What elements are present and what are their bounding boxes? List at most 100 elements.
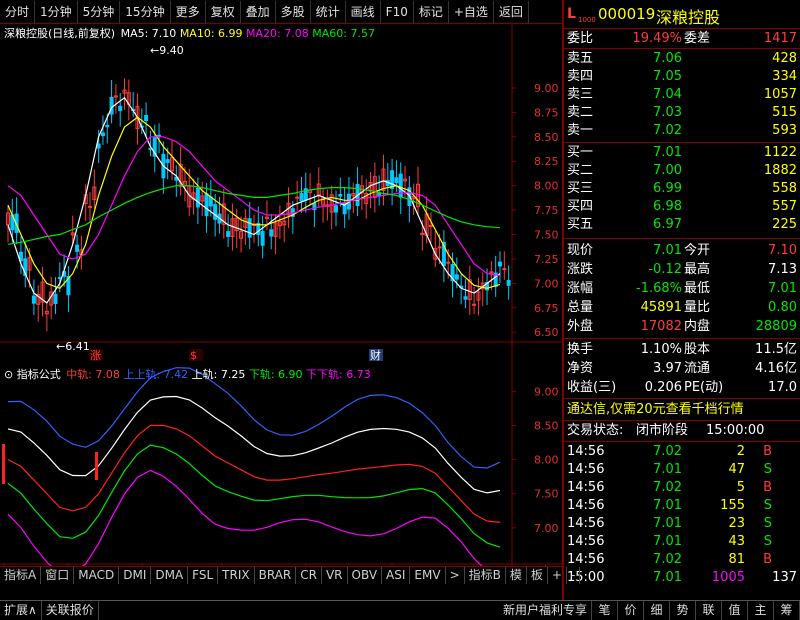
tab-2[interactable]: MACD	[74, 567, 120, 584]
tab-6[interactable]: TRIX	[218, 567, 255, 584]
tab-5[interactable]: FSL	[188, 567, 219, 584]
ytick-label: 8.00	[534, 180, 559, 193]
upper-band-line	[7, 395, 501, 494]
toolbar-item-7[interactable]: 多股	[276, 0, 311, 23]
tab-10[interactable]: OBV	[348, 567, 383, 584]
candle-body	[260, 231, 265, 246]
tick-row: 14:56 7.01 155 S	[564, 497, 800, 515]
ind-ytick-label: 7.00	[534, 522, 559, 535]
lower-band-line	[7, 444, 501, 548]
stat-value: 45891	[640, 300, 682, 315]
candle-body	[96, 143, 101, 149]
toolbar-item-13[interactable]: 返回	[494, 0, 529, 23]
tab-11[interactable]: ASI	[382, 567, 411, 584]
ask-price: 7.05	[653, 69, 682, 84]
toolbar-item-11[interactable]: 标记	[414, 0, 449, 23]
status-left-0[interactable]: 扩展∧	[0, 601, 42, 620]
event-marker[interactable]: 涨	[90, 349, 101, 362]
event-marker[interactable]: $	[190, 349, 197, 362]
status-tab-3[interactable]: 势	[670, 601, 696, 620]
candle-body	[502, 268, 507, 271]
main-chart-legend: 深粮控股(日线,前复权) MA5: 7.10 MA10: 6.99 MA20: …	[4, 25, 375, 41]
kline-svg[interactable]: 9.00 8.75 8.50 8.25 8.00 7.75 7.50 7.25 7.00 6.75…	[0, 24, 562, 584]
candle-body	[100, 132, 105, 137]
level-badge-sub: 1000	[578, 16, 596, 24]
status-tab-2[interactable]: 细	[644, 601, 670, 620]
stat-label: 涨跌	[567, 262, 594, 277]
tab-15[interactable]: 模	[506, 567, 527, 584]
indicator-name[interactable]: 指标公式	[17, 368, 61, 381]
bid-label: 买三	[567, 181, 594, 196]
toolbar-item-9[interactable]: 画线	[346, 0, 381, 23]
kline-chart-area[interactable]: 9.00 8.75 8.50 8.25 8.00 7.75 7.50 7.25 7.00 6.75…	[0, 24, 562, 580]
tab-9[interactable]: VR	[322, 567, 348, 584]
toolbar-item-10[interactable]: F10	[381, 0, 414, 23]
indicator-collapse-icon[interactable]: ⊙	[4, 368, 13, 381]
trade-state-row: 交易状态: 闭市阶段 15:00:00	[564, 422, 800, 440]
bid-row: 买二 7.00 1882	[564, 162, 800, 180]
toolbar-item-4[interactable]: 更多	[171, 0, 206, 23]
weicha-label: 委差	[684, 31, 711, 46]
toolbar-item-2[interactable]: 5分钟	[78, 0, 121, 23]
event-marker[interactable]: 财	[370, 348, 381, 362]
status-tab-1[interactable]: 价	[618, 601, 644, 620]
trade-time: 15:00:00	[706, 423, 765, 438]
tab-16[interactable]: 板	[527, 567, 548, 584]
promo-link[interactable]: 新用户福利专享	[499, 601, 592, 620]
ytick-label: 7.75	[534, 204, 559, 217]
tab-17[interactable]: +	[548, 567, 567, 584]
tab-7[interactable]: BRAR	[255, 567, 297, 584]
stock-name: 深粮控股	[656, 8, 721, 27]
fund-row: 收益(三) 0.206 PE(动) 17.0	[564, 379, 800, 397]
ma20-label: MA20: 7.08	[246, 27, 309, 40]
separator	[564, 48, 800, 49]
stat-label: 总量	[567, 300, 594, 315]
status-left-1[interactable]: 关联报价	[42, 601, 99, 620]
ask-volume: 515	[772, 105, 797, 120]
fund-label: 净资	[567, 361, 594, 376]
tick-volume: 5	[736, 480, 745, 495]
toolbar-item-6[interactable]: 叠加	[241, 0, 276, 23]
tab-4[interactable]: DMA	[151, 567, 189, 584]
stock-code: 000019	[598, 5, 656, 23]
tick-price: 7.01	[653, 462, 682, 477]
tick-price: 7.01	[653, 534, 682, 549]
lower2-band-label: 下下轨: 6.73	[306, 368, 371, 381]
tab-14[interactable]: 指标B	[465, 567, 506, 584]
toolbar-item-1[interactable]: 1分钟	[35, 0, 78, 23]
tab-18[interactable]: -	[567, 567, 581, 584]
top-toolbar: 分时 1分钟 5分钟 15分钟 更多 复权 叠加 多股 统计 画线 F10 标记 +自选 返回	[0, 0, 562, 24]
fund-value: 4.16亿	[755, 361, 797, 376]
toolbar-item-8[interactable]: 统计	[311, 0, 346, 23]
toolbar-item-12[interactable]: +自选	[449, 0, 494, 23]
status-tab-4[interactable]: 联	[696, 601, 722, 620]
candle-body	[390, 170, 395, 189]
quote-panel: L 1000 000019 深粮控股 委比 19.49% 委差 1417 卖五 7.06 428 卖四…	[562, 0, 800, 600]
tab-0[interactable]: 指标A	[0, 567, 42, 584]
fund-value: 17.0	[768, 380, 797, 395]
weibi-label: 委比	[567, 31, 594, 46]
tab-8[interactable]: CR	[296, 567, 322, 584]
ask-label: 卖二	[567, 105, 594, 120]
tick-row: 14:56 7.02 81 B	[564, 551, 800, 569]
tab-12[interactable]: EMV	[410, 567, 446, 584]
low-price-label: ←6.41	[56, 340, 90, 353]
tab-1[interactable]: 窗口	[41, 567, 75, 584]
status-tab-6[interactable]: 主	[748, 601, 774, 620]
status-tab-5[interactable]: 值	[722, 601, 748, 620]
signal-bar	[95, 452, 98, 480]
bid-price: 7.01	[653, 145, 682, 160]
candle-body	[247, 218, 252, 238]
tick-row: 14:56 7.02 5 B	[564, 479, 800, 497]
tab-3[interactable]: DMI	[119, 567, 152, 584]
ask-label: 卖一	[567, 123, 594, 138]
toolbar-item-0[interactable]: 分时	[0, 0, 36, 23]
fund-value: 0.206	[644, 380, 682, 395]
toolbar-item-5[interactable]: 复权	[206, 0, 241, 23]
status-tab-0[interactable]: 笔	[592, 601, 618, 620]
ad-row[interactable]: 通达信,仅需20元查看千档行情	[564, 401, 800, 419]
toolbar-item-3[interactable]: 15分钟	[120, 0, 171, 23]
tab-13[interactable]: >	[446, 567, 465, 584]
status-tab-7[interactable]: 筹	[774, 601, 800, 620]
tick-price: 7.01	[653, 570, 682, 585]
